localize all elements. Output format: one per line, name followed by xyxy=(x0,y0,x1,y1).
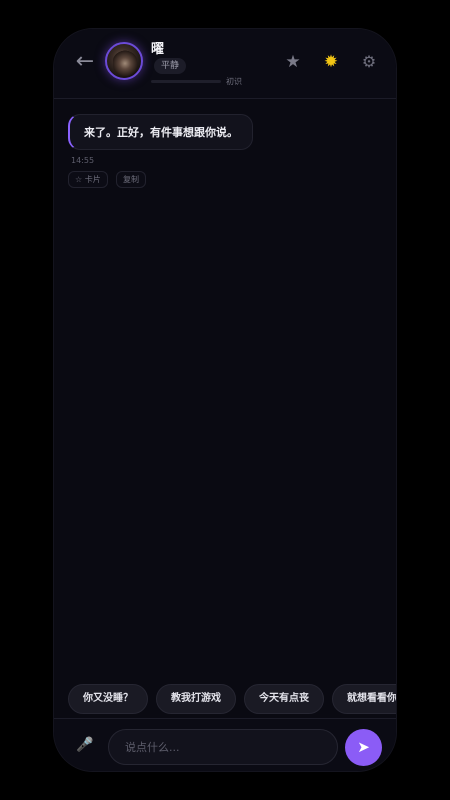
mood-badge: 平静 xyxy=(154,58,187,74)
quick-reply-chip[interactable]: 教我打游戏 xyxy=(156,684,236,714)
quick-reply-list: 你又没睡？ 教我打游戏 今天有点丧 就想看看你 xyxy=(68,684,396,716)
back-button[interactable]: ← xyxy=(72,49,98,75)
avatar-portrait xyxy=(113,48,137,76)
quick-reply-chip[interactable]: 今天有点丧 xyxy=(244,684,324,714)
copy-button[interactable]: 复制 xyxy=(116,171,146,188)
voice-input-button[interactable]: 🎤 xyxy=(74,734,96,756)
theme-toggle-button[interactable]: ✹ xyxy=(320,51,342,73)
sun-icon: ✹ xyxy=(323,52,339,72)
message-bubble: 来了。正好，有件事想跟你说。 xyxy=(68,114,253,150)
affinity-progress-bar xyxy=(151,80,221,83)
send-button[interactable]: ➤ xyxy=(345,729,382,766)
character-name: 曜 xyxy=(151,42,165,57)
affinity-level-label: 初识 xyxy=(226,77,242,86)
back-arrow-icon: ← xyxy=(75,49,95,74)
send-icon: ➤ xyxy=(357,738,370,756)
save-card-button[interactable]: ☆ 卡片 xyxy=(68,171,108,188)
message-timestamp: 14:55 xyxy=(71,156,95,165)
chat-header: ← 曜 平静 初识 ★ ✹ ⚙ xyxy=(54,29,396,99)
settings-button[interactable]: ⚙ xyxy=(358,51,380,73)
star-icon: ★ xyxy=(285,52,301,72)
composer: 🎤 ➤ xyxy=(54,718,396,771)
message-list: 来了。正好，有件事想跟你说。 14:55 ☆ 卡片 复制 xyxy=(54,100,396,680)
avatar[interactable] xyxy=(105,42,143,80)
favorite-button[interactable]: ★ xyxy=(282,51,304,73)
phone-frame: ← 曜 平静 初识 ★ ✹ ⚙ 来了。正好，有件事想跟你说。 14:55 ☆ 卡… xyxy=(53,28,397,772)
gear-icon: ⚙ xyxy=(361,52,377,71)
microphone-icon: 🎤 xyxy=(76,737,94,753)
quick-reply-chip[interactable]: 你又没睡？ xyxy=(68,684,148,714)
message-input[interactable] xyxy=(108,729,338,765)
quick-reply-chip[interactable]: 就想看看你 xyxy=(332,684,396,714)
